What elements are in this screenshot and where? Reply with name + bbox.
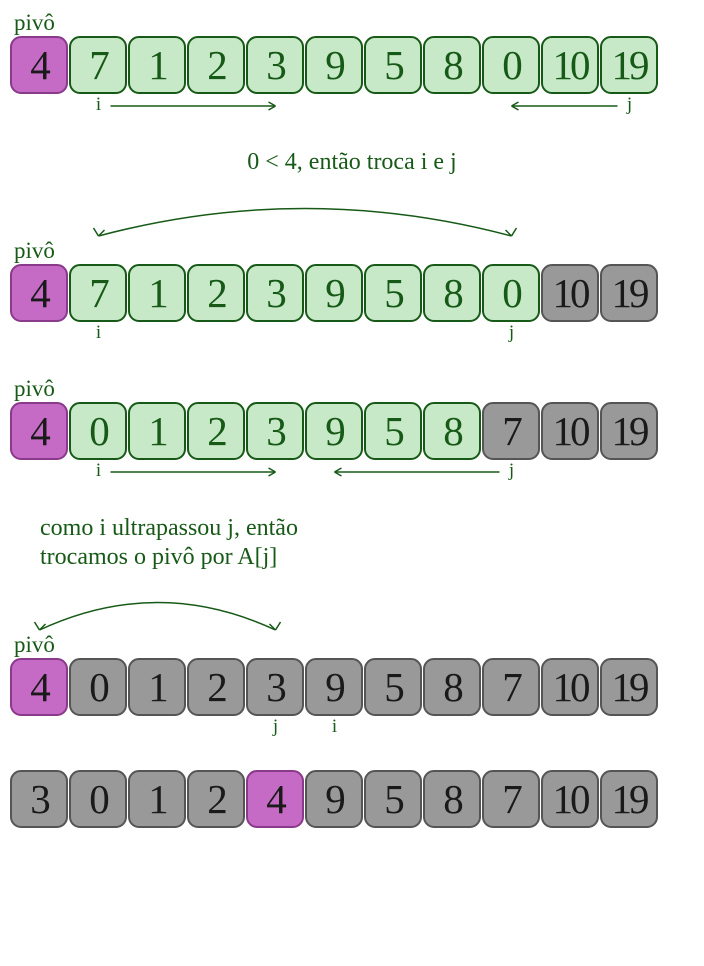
step-s2: 0 < 4, então troca i e j pivô47123958010… <box>10 148 694 348</box>
pivot-label: pivô <box>14 376 694 402</box>
array-cell: 2 <box>187 36 245 94</box>
pivot-label: pivô <box>14 632 694 658</box>
array-cell: 10 <box>541 36 599 94</box>
array-cell: 4 <box>10 658 68 716</box>
array-cell: 2 <box>187 658 245 716</box>
array-cell: 8 <box>423 770 481 828</box>
array-cell: 19 <box>600 402 658 460</box>
array-cell: 3 <box>10 770 68 828</box>
array-cell: 9 <box>305 36 363 94</box>
array-cell: 0 <box>482 36 540 94</box>
array-cell: 3 <box>246 264 304 322</box>
diagram-container: pivô4712395801019ij 0 < 4, então troca i… <box>10 10 694 828</box>
array-cell: 0 <box>482 264 540 322</box>
array-cell: 5 <box>364 402 422 460</box>
array-cell: 0 <box>69 658 127 716</box>
array-cell: 2 <box>187 264 245 322</box>
array-cell: 9 <box>305 770 363 828</box>
array-cell: 4 <box>246 770 304 828</box>
array-cell: 4 <box>10 264 68 322</box>
array-cell: 7 <box>482 770 540 828</box>
step-s4: como i ultrapassou j, entãotrocamos o pi… <box>10 514 694 743</box>
array-cell: 5 <box>364 36 422 94</box>
array-cell: 10 <box>541 658 599 716</box>
pointer-i: i <box>96 322 101 344</box>
array-cell: 3 <box>246 658 304 716</box>
swap-curve <box>10 181 694 238</box>
array-cell: 7 <box>69 36 127 94</box>
array-cell: 5 <box>364 770 422 828</box>
step-s5: 3012495871019 <box>10 770 694 828</box>
array-row: 4712395801019 <box>10 264 694 322</box>
array-row: 4712395801019 <box>10 36 694 94</box>
array-cell: 1 <box>128 770 186 828</box>
array-cell: 2 <box>187 402 245 460</box>
array-cell: 8 <box>423 402 481 460</box>
pointer-row: ij <box>10 322 694 348</box>
swap-curve <box>10 575 694 632</box>
array-cell: 0 <box>69 402 127 460</box>
array-cell: 9 <box>305 402 363 460</box>
array-cell: 5 <box>364 658 422 716</box>
array-cell: 10 <box>541 770 599 828</box>
pointer-arrows <box>10 462 670 484</box>
step-caption: 0 < 4, então troca i e j <box>10 148 694 177</box>
array-cell: 4 <box>10 36 68 94</box>
pointer-row: ij <box>10 94 694 120</box>
array-cell: 3 <box>246 402 304 460</box>
array-cell: 10 <box>541 402 599 460</box>
pivot-label: pivô <box>14 238 694 264</box>
step-caption: como i ultrapassou j, entãotrocamos o pi… <box>40 514 694 572</box>
pointer-arrows <box>10 96 670 118</box>
pointer-j: j <box>273 716 278 738</box>
array-cell: 8 <box>423 36 481 94</box>
array-cell: 19 <box>600 264 658 322</box>
array-row: 4012395871019 <box>10 402 694 460</box>
array-cell: 8 <box>423 658 481 716</box>
array-cell: 5 <box>364 264 422 322</box>
step-s1: pivô4712395801019ij <box>10 10 694 120</box>
array-cell: 7 <box>69 264 127 322</box>
array-cell: 4 <box>10 402 68 460</box>
array-cell: 1 <box>128 402 186 460</box>
array-cell: 8 <box>423 264 481 322</box>
array-cell: 0 <box>69 770 127 828</box>
pointer-row: ij <box>10 460 694 486</box>
array-cell: 1 <box>128 36 186 94</box>
array-cell: 19 <box>600 36 658 94</box>
step-s3: pivô4012395871019ij <box>10 376 694 486</box>
array-cell: 1 <box>128 264 186 322</box>
array-cell: 7 <box>482 402 540 460</box>
array-cell: 2 <box>187 770 245 828</box>
pivot-label: pivô <box>14 10 694 36</box>
array-cell: 7 <box>482 658 540 716</box>
array-cell: 10 <box>541 264 599 322</box>
array-cell: 3 <box>246 36 304 94</box>
array-cell: 9 <box>305 264 363 322</box>
pointer-i: i <box>332 716 337 738</box>
array-row: 4012395871019 <box>10 658 694 716</box>
array-cell: 9 <box>305 658 363 716</box>
array-cell: 19 <box>600 770 658 828</box>
array-cell: 1 <box>128 658 186 716</box>
array-cell: 19 <box>600 658 658 716</box>
pointer-j: j <box>509 322 514 344</box>
array-row: 3012495871019 <box>10 770 694 828</box>
pointer-row: ji <box>10 716 694 742</box>
